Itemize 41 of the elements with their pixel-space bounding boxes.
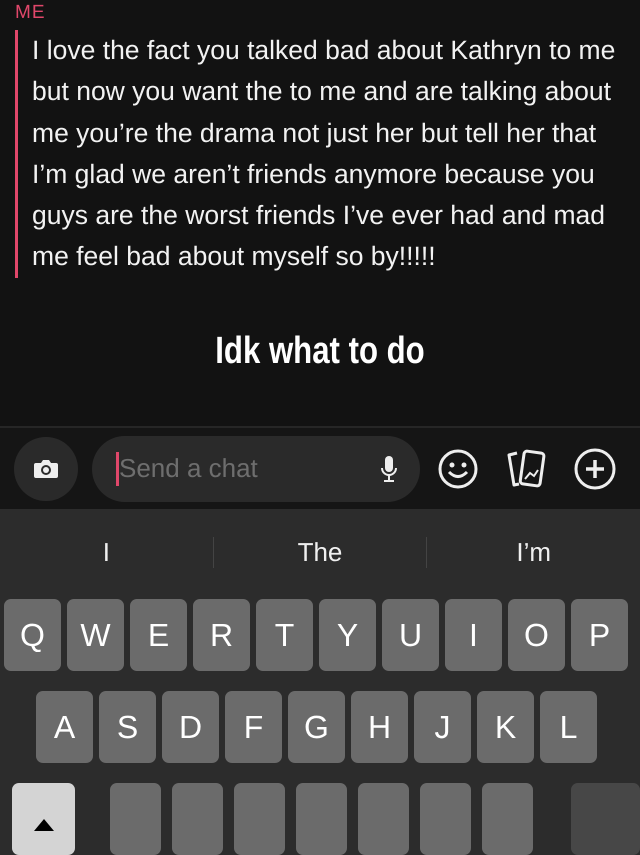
keyboard-key[interactable]: A <box>36 691 93 763</box>
keyboard-key[interactable]: Y <box>319 599 376 671</box>
microphone-icon[interactable] <box>380 454 398 483</box>
keyboard-key[interactable]: F <box>225 691 282 763</box>
chat-input-field[interactable]: Send a chat <box>119 453 380 484</box>
keyboard-key[interactable]: O <box>508 599 565 671</box>
keyboard-key[interactable]: K <box>477 691 534 763</box>
keyboard-key[interactable] <box>482 783 534 855</box>
keyboard-key[interactable] <box>420 783 472 855</box>
camera-icon[interactable] <box>33 458 59 480</box>
keyboard-key[interactable]: G <box>288 691 345 763</box>
keyboard-key[interactable]: L <box>540 691 597 763</box>
cards-icon[interactable] <box>505 448 547 489</box>
suggestion-item[interactable]: The <box>212 536 426 568</box>
keyboard-key[interactable]: Q <box>4 599 61 671</box>
shift-key[interactable] <box>12 783 76 855</box>
keyboard-key[interactable]: W <box>67 599 124 671</box>
keyboard-key[interactable]: R <box>193 599 250 671</box>
keyboard-key[interactable]: D <box>162 691 219 763</box>
keyboard-key[interactable]: T <box>256 599 313 671</box>
message-text: I love the fact you talked bad about Kathryn to me but now you want the to me and are talking about me you’re the drama not just her but tell her that I’m glad we aren’t friends anymore because you guys are the worst friends I’ve ever had and mad me feel bad about myself so by!!!!! <box>32 34 616 274</box>
keyboard-key[interactable] <box>172 783 224 855</box>
keyboard-key[interactable] <box>358 783 410 855</box>
up-arrow-icon <box>32 817 56 833</box>
add-icon[interactable] <box>574 448 616 490</box>
chat-field[interactable]: Send a chat <box>92 436 420 502</box>
sender-label: ME <box>15 2 46 24</box>
keyboard-key[interactable]: P <box>571 599 628 671</box>
keyboard-key[interactable] <box>110 783 162 855</box>
keyboard-key[interactable] <box>234 783 286 855</box>
keyboard-key[interactable]: U <box>382 599 439 671</box>
keyboard-key[interactable]: S <box>99 691 156 763</box>
suggestion-item[interactable]: I <box>0 536 213 568</box>
suggestion-item[interactable]: I’m <box>426 536 640 568</box>
keyboard-key[interactable]: E <box>130 599 187 671</box>
smiley-icon[interactable] <box>438 448 478 489</box>
caption-text: Idk what to do <box>214 330 426 373</box>
keyboard-key[interactable] <box>296 783 348 855</box>
keyboard-key[interactable]: J <box>414 691 471 763</box>
keyboard-key[interactable]: H <box>351 691 408 763</box>
keyboard-key[interactable]: I <box>445 599 502 671</box>
